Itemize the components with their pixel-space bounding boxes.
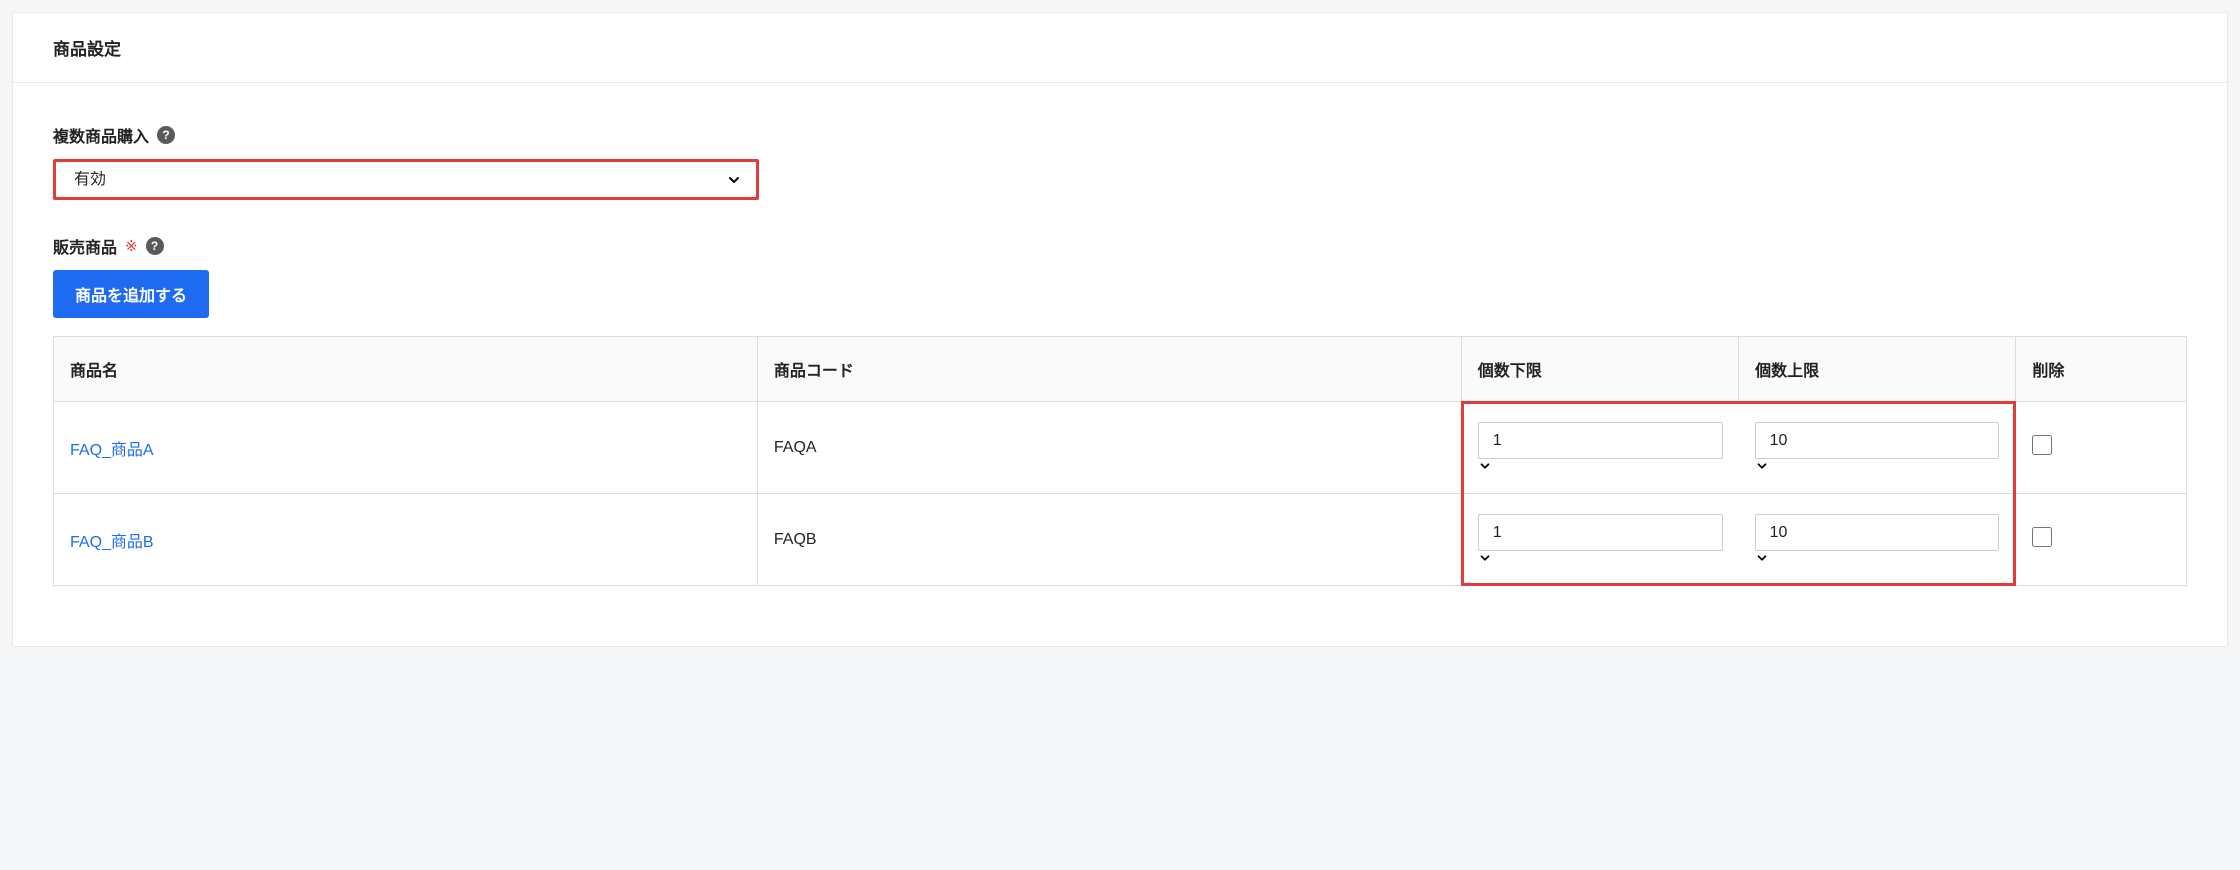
product-link[interactable]: FAQ_商品B — [70, 534, 154, 551]
multi-purchase-field: 複数商品購入 ? 有効 — [53, 123, 2187, 200]
cell-max: 10 — [1739, 402, 2016, 494]
max-qty-select[interactable]: 10 — [1755, 422, 2000, 459]
multi-purchase-label: 複数商品購入 — [53, 123, 149, 147]
chevron-down-icon — [1478, 551, 1723, 565]
help-icon[interactable]: ? — [157, 126, 175, 144]
th-name: 商品名 — [54, 337, 758, 402]
cell-name: FAQ_商品B — [54, 494, 758, 586]
min-select-wrap: 1 — [1478, 514, 1723, 565]
th-min: 個数下限 — [1461, 337, 1738, 402]
help-icon[interactable]: ? — [146, 237, 164, 255]
table-header-row: 商品名 商品コード 個数下限 個数上限 削除 — [54, 337, 2187, 402]
panel-header: 商品設定 — [13, 13, 2227, 83]
product-settings-panel: 商品設定 複数商品購入 ? 有効 販売商品 ※ ? — [12, 12, 2228, 647]
cell-delete — [2016, 402, 2187, 494]
min-qty-select[interactable]: 1 — [1478, 514, 1723, 551]
required-mark: ※ — [125, 237, 138, 255]
max-select-wrap: 10 — [1755, 514, 2000, 565]
add-product-button[interactable]: 商品を追加する — [53, 270, 209, 318]
multi-purchase-select[interactable]: 有効 — [56, 162, 756, 197]
chevron-down-icon — [1755, 551, 2000, 565]
delete-checkbox[interactable] — [2032, 435, 2052, 455]
panel-body: 複数商品購入 ? 有効 販売商品 ※ ? 商品を追加する — [13, 83, 2227, 646]
product-link[interactable]: FAQ_商品A — [70, 442, 154, 459]
max-select-wrap: 10 — [1755, 422, 2000, 473]
table-row: FAQ_商品B FAQB 1 — [54, 494, 2187, 586]
section-title: 商品設定 — [53, 35, 2187, 60]
cell-min: 1 — [1461, 402, 1738, 494]
products-label-row: 販売商品 ※ ? — [53, 234, 2187, 258]
multi-purchase-select-wrap: 有効 — [53, 159, 759, 200]
max-qty-select[interactable]: 10 — [1755, 514, 2000, 551]
th-delete: 削除 — [2016, 337, 2187, 402]
cell-name: FAQ_商品A — [54, 402, 758, 494]
multi-purchase-label-row: 複数商品購入 ? — [53, 123, 2187, 147]
cell-max: 10 — [1739, 494, 2016, 586]
chevron-down-icon — [1478, 459, 1723, 473]
table-row: FAQ_商品A FAQA 1 — [54, 402, 2187, 494]
products-field: 販売商品 ※ ? 商品を追加する 商品名 商品コード 個数下限 個数上限 削除 — [53, 234, 2187, 586]
cell-delete — [2016, 494, 2187, 586]
th-code: 商品コード — [757, 337, 1461, 402]
products-table: 商品名 商品コード 個数下限 個数上限 削除 FAQ_商品A FAQA — [53, 336, 2187, 586]
cell-code: FAQB — [757, 494, 1461, 586]
th-max: 個数上限 — [1739, 337, 2016, 402]
delete-checkbox[interactable] — [2032, 527, 2052, 547]
min-select-wrap: 1 — [1478, 422, 1723, 473]
products-label: 販売商品 — [53, 234, 117, 258]
min-qty-select[interactable]: 1 — [1478, 422, 1723, 459]
cell-min: 1 — [1461, 494, 1738, 586]
cell-code: FAQA — [757, 402, 1461, 494]
chevron-down-icon — [1755, 459, 2000, 473]
